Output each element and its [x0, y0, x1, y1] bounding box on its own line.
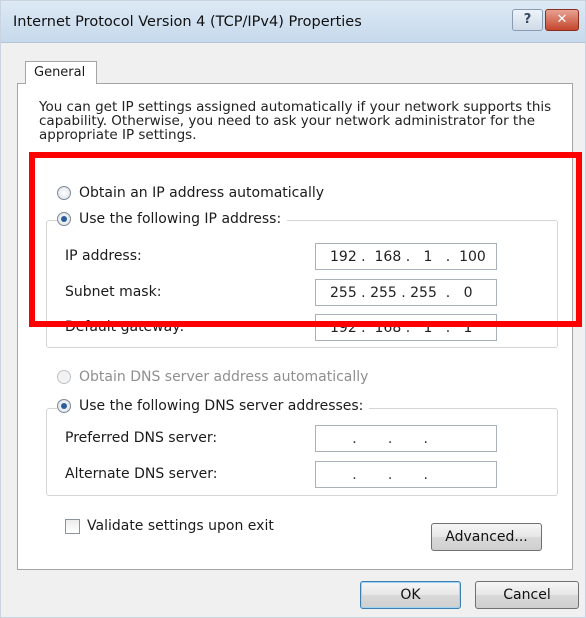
close-icon: ✕ [556, 12, 568, 27]
intro-text: You can get IP settings assigned automat… [39, 100, 552, 143]
alternate-dns-label: Alternate DNS server: [65, 466, 218, 482]
checkbox-icon [65, 518, 80, 534]
validate-settings-label: Validate settings upon exit [87, 518, 274, 534]
use-following-dns-radio[interactable]: Use the following DNS server addresses: [57, 398, 370, 414]
help-button[interactable]: ? [512, 9, 543, 31]
alternate-dns-input[interactable]: . . . [315, 461, 497, 488]
close-button[interactable]: ✕ [545, 9, 579, 31]
obtain-dns-auto-radio[interactable]: Obtain DNS server address automatically [57, 369, 375, 385]
tab-general-label: General [34, 65, 86, 80]
tab-general[interactable]: General [25, 61, 97, 85]
window-title: Internet Protocol Version 4 (TCP/IPv4) P… [13, 14, 362, 30]
cancel-button[interactable]: Cancel [475, 581, 579, 609]
question-icon: ? [523, 12, 532, 27]
radio-button-disabled-icon [57, 370, 71, 384]
ok-button[interactable]: OK [360, 581, 461, 609]
advanced-button[interactable]: Advanced... [431, 523, 542, 551]
preferred-dns-label: Preferred DNS server: [65, 430, 218, 446]
obtain-dns-auto-label: Obtain DNS server address automatically [79, 369, 369, 385]
dialog-window: Internet Protocol Version 4 (TCP/IPv4) P… [0, 0, 586, 618]
highlight-box [29, 152, 582, 327]
title-bar[interactable]: Internet Protocol Version 4 (TCP/IPv4) P… [1, 1, 585, 43]
preferred-dns-input[interactable]: . . . [315, 425, 497, 452]
validate-settings-checkbox[interactable]: Validate settings upon exit [65, 518, 274, 534]
radio-button-selected-icon [57, 399, 71, 413]
use-following-dns-label: Use the following DNS server addresses: [79, 398, 364, 414]
